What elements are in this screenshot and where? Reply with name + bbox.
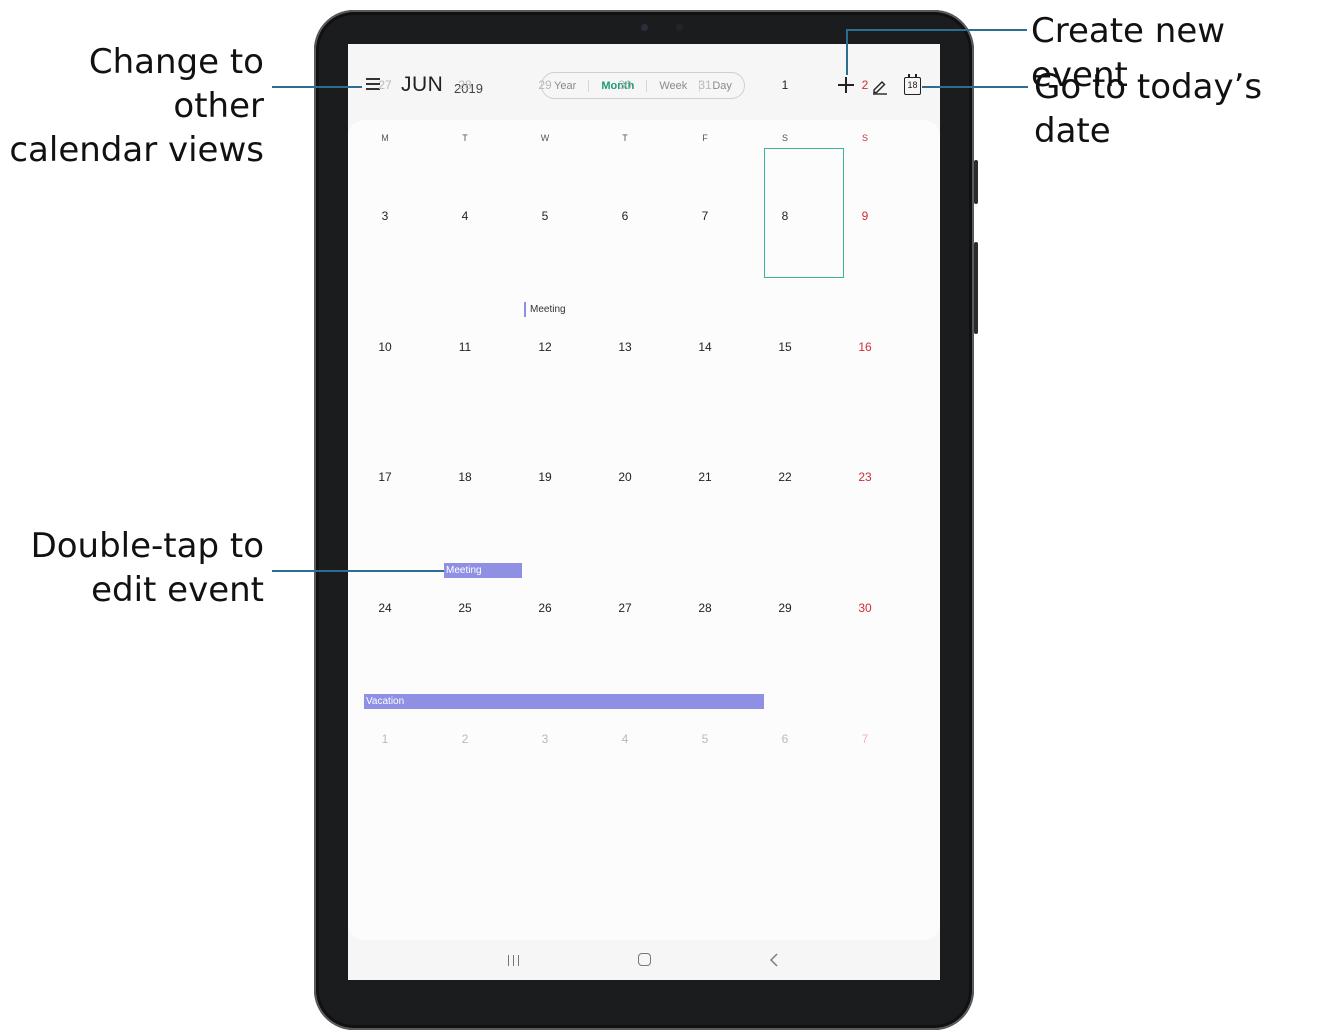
month-label[interactable]: JUN: [401, 73, 443, 97]
day-cell[interactable]: 11: [450, 340, 480, 354]
day-cell[interactable]: 20: [610, 470, 640, 484]
side-button-power: [974, 160, 978, 204]
day-cell[interactable]: 23: [850, 470, 880, 484]
day-cell[interactable]: 3: [370, 209, 400, 223]
day-cell[interactable]: 27: [370, 78, 400, 92]
day-cell[interactable]: 13: [610, 340, 640, 354]
day-cell[interactable]: 7: [690, 209, 720, 223]
day-cell[interactable]: 9: [850, 209, 880, 223]
home-icon[interactable]: [638, 953, 651, 966]
day-cell[interactable]: 4: [610, 732, 640, 746]
weekday-mon: M: [381, 133, 389, 143]
weekday-sun: S: [861, 133, 868, 143]
day-cell[interactable]: 7: [850, 732, 880, 746]
day-cell[interactable]: 12: [530, 340, 560, 354]
callout-views: Change to other calendar views: [0, 40, 264, 172]
day-cell[interactable]: 14: [690, 340, 720, 354]
today-calendar-icon[interactable]: 18: [904, 74, 921, 95]
day-cell[interactable]: 30: [850, 601, 880, 615]
sensor: [676, 24, 683, 31]
day-cell[interactable]: 1: [370, 732, 400, 746]
day-cell[interactable]: 25: [450, 601, 480, 615]
day-cell[interactable]: 27: [610, 601, 640, 615]
callout-line-edit: [272, 570, 444, 572]
day-cell[interactable]: 31: [690, 78, 720, 92]
event-vacation[interactable]: Vacation: [364, 694, 764, 709]
view-week-tab[interactable]: Week: [659, 80, 687, 92]
callout-views-line1: Change to other: [88, 42, 264, 126]
day-cell[interactable]: 18: [450, 470, 480, 484]
weekday-tue: T: [462, 133, 468, 143]
weekday-fri: F: [702, 133, 708, 143]
day-cell[interactable]: 6: [770, 732, 800, 746]
front-camera: [641, 24, 648, 31]
recent-apps-icon[interactable]: [508, 955, 520, 966]
navigation-bar: [348, 940, 940, 980]
day-cell[interactable]: 4: [450, 209, 480, 223]
callout-edit-line1: Double-tap to: [30, 526, 264, 566]
divider: [646, 79, 648, 92]
day-cell[interactable]: 6: [610, 209, 640, 223]
back-icon[interactable]: [768, 952, 782, 968]
callout-line-views: [272, 86, 362, 88]
day-cell[interactable]: 17: [370, 470, 400, 484]
day-cell[interactable]: 22: [770, 470, 800, 484]
day-cell[interactable]: 1: [770, 78, 800, 92]
side-button-volume: [974, 242, 978, 334]
day-cell[interactable]: 28: [450, 78, 480, 92]
weekday-sat: S: [781, 133, 788, 143]
callout-line-create: [847, 29, 1027, 31]
day-cell[interactable]: 5: [530, 209, 560, 223]
day-cell[interactable]: 19: [530, 470, 560, 484]
month-grid: M T W T F S S 27 28 29 30 31 1 2 3 4 5 6 7 8 9 10 11 12 13 14 15 16…: [348, 78, 940, 940]
divider: [588, 79, 590, 92]
day-cell[interactable]: 8: [770, 209, 800, 223]
callout-edit-line2: edit event: [91, 570, 264, 610]
day-cell[interactable]: 30: [610, 78, 640, 92]
day-cell[interactable]: 24: [370, 601, 400, 615]
day-cell[interactable]: 21: [690, 470, 720, 484]
day-cell[interactable]: 28: [690, 601, 720, 615]
calendar-screen: JUN 2019 Year Month Week Day 18 MTWTFSS2…: [348, 44, 940, 980]
day-cell[interactable]: 16: [850, 340, 880, 354]
day-cell[interactable]: 29: [770, 601, 800, 615]
event-meeting-jun18[interactable]: Meeting: [444, 563, 522, 578]
day-cell[interactable]: 5: [690, 732, 720, 746]
day-cell[interactable]: 15: [770, 340, 800, 354]
day-cell[interactable]: 2: [850, 78, 880, 92]
weekday-wed: W: [540, 133, 550, 143]
day-cell[interactable]: 2: [450, 732, 480, 746]
callout-today: Go to today’s date: [1034, 67, 1263, 151]
weekday-thu: T: [622, 133, 628, 143]
day-cell[interactable]: 29: [530, 78, 560, 92]
day-cell[interactable]: 10: [370, 340, 400, 354]
callout-line-today: [922, 86, 1028, 88]
event-meeting-jun5[interactable]: Meeting: [524, 302, 566, 317]
day-cell[interactable]: 3: [530, 732, 560, 746]
callout-views-line2: calendar views: [9, 130, 264, 170]
callout-edit: Double-tap to edit event: [0, 524, 264, 612]
callout-line-create-drop: [846, 29, 848, 75]
day-cell[interactable]: 26: [530, 601, 560, 615]
